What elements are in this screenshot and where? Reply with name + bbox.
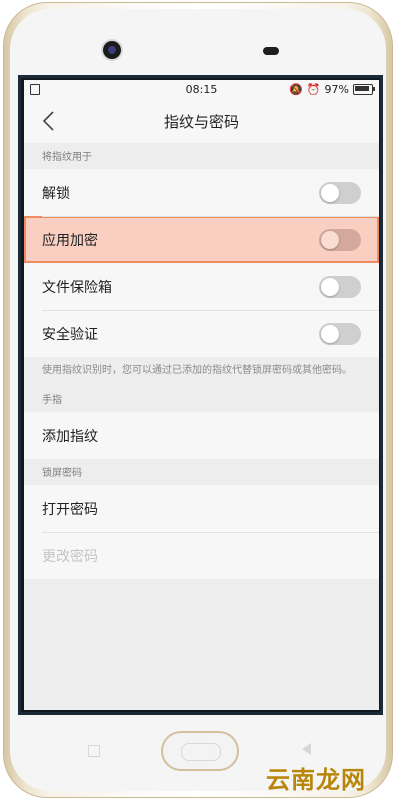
section-label-fingerprint-use: 将指纹用于 — [42, 152, 92, 163]
add-fingerprint-label: 添加指纹 — [42, 428, 98, 445]
file-safe-toggle[interactable] — [319, 275, 361, 298]
phone-body: 08:15 🔕 ⏰ 97% 指纹与密码 将指纹用于 解锁 应用加密 文件保险箱 … — [3, 2, 393, 798]
setting-security-verification[interactable]: 安全验证 — [24, 310, 379, 357]
setting-app-encryption-label: 应用加密 — [42, 232, 98, 249]
setting-security-verification-label: 安全验证 — [42, 326, 98, 343]
open-password-button[interactable]: 打开密码 — [24, 485, 379, 532]
battery-icon — [353, 84, 375, 95]
front-camera — [103, 41, 121, 59]
section-label-lock-password: 锁屏密码 — [42, 468, 82, 479]
section-label-fingers: 手指 — [42, 395, 62, 406]
alarm-icon: ⏰ — [306, 83, 321, 96]
phone-bottom: 云南龙网 — [4, 715, 392, 801]
nav-back-icon[interactable] — [302, 743, 311, 755]
status-bar: 08:15 🔕 ⏰ 97% — [24, 80, 379, 99]
setting-unlock-label: 解锁 — [42, 185, 70, 202]
add-fingerprint-button[interactable]: 添加指纹 — [24, 412, 379, 459]
lock-password-group: 打开密码 更改密码 — [24, 485, 379, 579]
fingers-group: 添加指纹 — [24, 412, 379, 459]
home-button[interactable] — [161, 731, 239, 771]
battery-percent: 97% — [324, 83, 349, 96]
earpiece-speaker — [263, 47, 279, 55]
setting-app-encryption[interactable]: 应用加密 — [24, 216, 379, 263]
security-verification-toggle[interactable] — [319, 322, 361, 345]
settings-app: 08:15 🔕 ⏰ 97% 指纹与密码 将指纹用于 解锁 应用加密 文件保险箱 … — [24, 80, 379, 710]
setting-file-safe[interactable]: 文件保险箱 — [24, 263, 379, 310]
fingerprint-note: 使用指纹识别时，您可以通过已添加的指纹代替锁屏密码或其他密码。 — [42, 365, 352, 376]
unlock-toggle[interactable] — [319, 181, 361, 204]
sim-icon — [30, 84, 40, 95]
change-password-button: 更改密码 — [24, 532, 379, 579]
watermark-logo: 云南龙网 — [266, 766, 366, 794]
setting-file-safe-label: 文件保险箱 — [42, 279, 112, 296]
setting-unlock[interactable]: 解锁 — [24, 169, 379, 216]
fingerprint-use-group: 解锁 应用加密 文件保险箱 安全验证 — [24, 169, 379, 357]
title-bar: 指纹与密码 — [24, 99, 379, 143]
screen: 08:15 🔕 ⏰ 97% 指纹与密码 将指纹用于 解锁 应用加密 文件保险箱 … — [18, 75, 383, 715]
page-title: 指纹与密码 — [163, 112, 239, 131]
app-encryption-toggle[interactable] — [319, 228, 361, 251]
change-password-label: 更改密码 — [42, 548, 98, 565]
open-password-label: 打开密码 — [42, 501, 98, 518]
back-arrow-icon[interactable] — [40, 110, 60, 132]
mute-icon: 🔕 — [289, 83, 303, 96]
recent-apps-icon[interactable] — [88, 745, 100, 757]
